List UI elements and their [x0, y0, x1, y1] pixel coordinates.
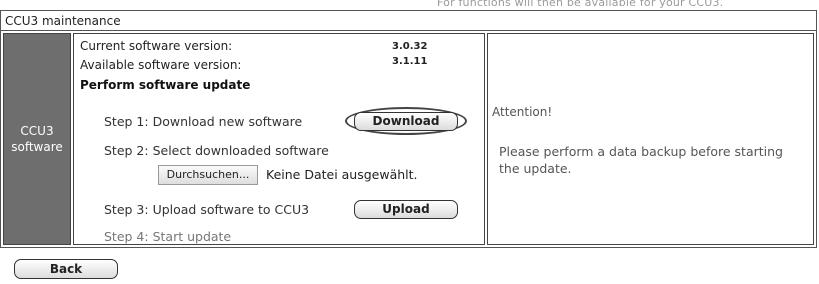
- current-version-value: 3.0.32: [392, 41, 428, 52]
- current-version-label: Current software version:: [80, 39, 233, 53]
- step4-label: Step 4: Start update: [104, 229, 232, 244]
- top-note: For functions will then be available for…: [437, 0, 724, 9]
- back-button[interactable]: Back: [14, 259, 118, 279]
- step3-label: Step 3: Upload software to CCU3: [104, 202, 310, 217]
- available-version-value: 3.1.11: [392, 56, 428, 67]
- attention-title: Attention!: [492, 105, 553, 119]
- sidebar-label-line2: software: [11, 140, 63, 154]
- available-version-label: Available software version:: [80, 58, 242, 72]
- update-section: Current software version: 3.0.32 Availab…: [73, 33, 485, 245]
- sidebar-label-line1: CCU3: [20, 124, 54, 138]
- no-file-selected-text: Keine Datei ausgewählt.: [266, 167, 418, 182]
- attention-panel: Attention! Please perform a data backup …: [487, 33, 814, 245]
- upload-button[interactable]: Upload: [354, 200, 458, 219]
- section-sidebar: CCU3 software: [3, 33, 71, 245]
- page-title: CCU3 maintenance: [0, 10, 817, 30]
- step1-label: Step 1: Download new software: [104, 114, 303, 129]
- browse-file-button[interactable]: Durchsuchen...: [158, 165, 258, 185]
- step2-label: Step 2: Select downloaded software: [104, 143, 329, 158]
- section-heading: Perform software update: [80, 78, 251, 92]
- attention-message: Please perform a data backup before star…: [499, 144, 783, 176]
- download-button[interactable]: Download: [354, 112, 458, 131]
- maintenance-panel: CCU3 software Current software version: …: [0, 30, 817, 248]
